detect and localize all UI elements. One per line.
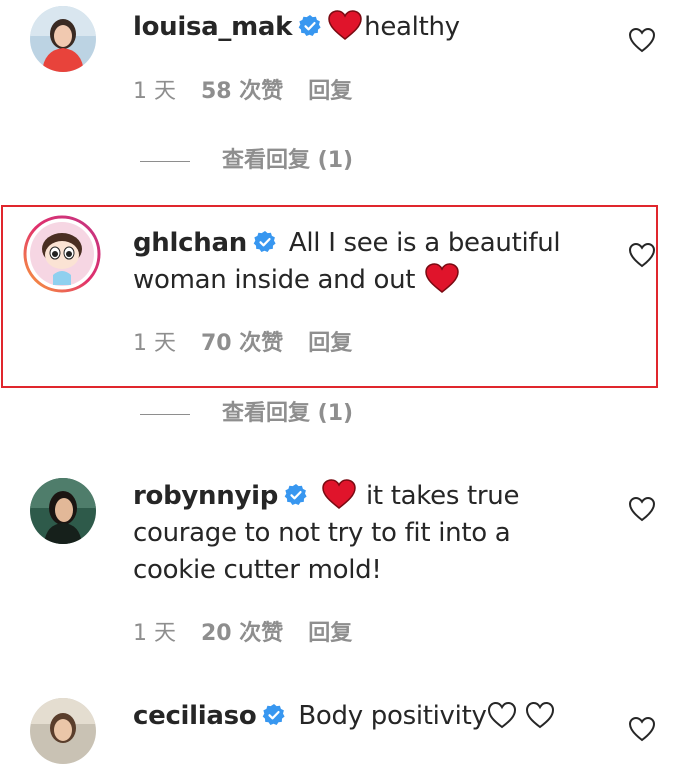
comment-text: ceciliaso Body positivity	[133, 698, 563, 735]
avatar-ceciliaso[interactable]	[30, 698, 96, 764]
view-replies-label: 查看回复 (1)	[222, 401, 354, 426]
comment-body: Body positivity	[298, 701, 487, 731]
reply-button[interactable]: 回复	[308, 79, 352, 104]
red-heart-emoji-icon	[328, 10, 362, 40]
comment-meta: 1 天 70 次赞 回复	[133, 329, 370, 359]
username[interactable]: ghlchan	[133, 228, 247, 258]
divider-line	[140, 413, 190, 415]
white-heart-emoji-icon	[525, 701, 555, 729]
comment-time: 1 天	[133, 331, 176, 356]
verified-badge-icon	[284, 483, 308, 507]
verified-badge-icon	[262, 703, 286, 727]
avatar-ghlchan[interactable]	[23, 215, 101, 293]
comment-meta: 1 天 20 次赞 回复	[133, 619, 370, 649]
like-count[interactable]: 70 次赞	[201, 331, 283, 356]
verified-badge-icon	[298, 14, 322, 38]
verified-badge-icon	[253, 230, 277, 254]
avatar-robynnyip[interactable]	[30, 478, 96, 544]
username[interactable]: ceciliaso	[133, 701, 257, 731]
divider-line	[140, 160, 190, 162]
like-count[interactable]: 20 次赞	[201, 621, 283, 646]
view-replies-label: 查看回复 (1)	[222, 148, 354, 173]
like-count[interactable]: 58 次赞	[201, 79, 283, 104]
heart-icon[interactable]	[628, 496, 656, 522]
username[interactable]: robynnyip	[133, 481, 278, 511]
avatar-louisa-mak[interactable]	[30, 6, 96, 72]
comment-text: louisa_mak healthy	[133, 9, 563, 46]
view-replies-button[interactable]: 查看回复 (1)	[140, 146, 353, 176]
comment-time: 1 天	[133, 79, 176, 104]
comment-time: 1 天	[133, 621, 176, 646]
comment-text: robynnyip it takes true courage to not t…	[133, 478, 563, 589]
username[interactable]: louisa_mak	[133, 12, 292, 42]
heart-icon[interactable]	[628, 27, 656, 53]
comment-text: ghlchan All I see is a beautiful woman i…	[133, 225, 563, 299]
white-heart-emoji-icon	[487, 701, 517, 729]
view-replies-button[interactable]: 查看回复 (1)	[140, 399, 353, 429]
reply-button[interactable]: 回复	[308, 331, 352, 356]
reply-button[interactable]: 回复	[308, 621, 352, 646]
heart-icon[interactable]	[628, 242, 656, 268]
red-heart-emoji-icon	[322, 479, 356, 509]
red-heart-emoji-icon	[425, 263, 459, 293]
comment-meta: 1 天 58 次赞 回复	[133, 77, 370, 107]
comment-body: healthy	[364, 12, 460, 42]
heart-icon[interactable]	[628, 716, 656, 742]
